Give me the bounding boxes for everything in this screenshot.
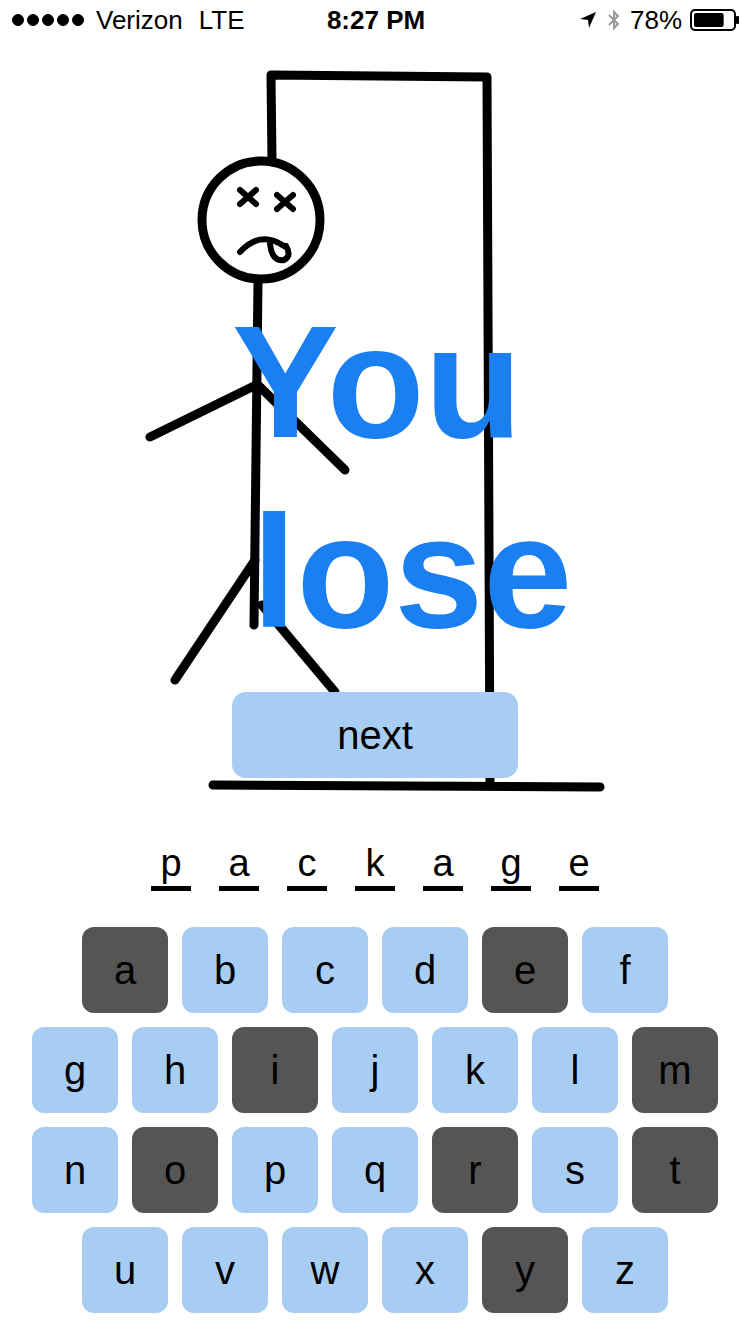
word-letter: k — [355, 840, 395, 891]
word-row: package — [0, 840, 750, 891]
word-letter: g — [491, 840, 531, 891]
result-message: You — [232, 302, 522, 462]
letter-key[interactable]: l — [532, 1027, 618, 1113]
keyboard-row: uvwxyz — [82, 1227, 668, 1313]
word-letter: a — [219, 840, 259, 891]
result-message: lose — [252, 492, 572, 652]
signal-dot — [57, 14, 69, 26]
word-letter: e — [559, 840, 599, 891]
signal-dot — [12, 14, 24, 26]
letter-key[interactable]: j — [332, 1027, 418, 1113]
battery-fill — [694, 13, 724, 27]
letter-key[interactable]: b — [182, 927, 268, 1013]
letter-key[interactable]: d — [382, 927, 468, 1013]
letter-key[interactable]: p — [232, 1127, 318, 1213]
letter-key[interactable]: u — [82, 1227, 168, 1313]
keyboard: abcdef ghijklm nopqrst uvwxyz — [0, 927, 750, 1313]
letter-key[interactable]: a — [82, 927, 168, 1013]
letter-key[interactable]: q — [332, 1127, 418, 1213]
letter-key[interactable]: o — [132, 1127, 218, 1213]
letter-key[interactable]: z — [582, 1227, 668, 1313]
letter-key[interactable]: k — [432, 1027, 518, 1113]
signal-dot — [72, 14, 84, 26]
status-left: Verizon LTE — [12, 1, 327, 40]
letter-key[interactable]: t — [632, 1127, 718, 1213]
letter-key[interactable]: i — [232, 1027, 318, 1113]
hangman-canvas: You lose next — [0, 40, 750, 800]
keyboard-row: ghijklm — [32, 1027, 718, 1113]
letter-key[interactable]: e — [482, 927, 568, 1013]
word-letter: p — [151, 840, 191, 891]
letter-key[interactable]: f — [582, 927, 668, 1013]
word-letter: a — [423, 840, 463, 891]
keyboard-row: nopqrst — [32, 1127, 718, 1213]
letter-key[interactable]: r — [432, 1127, 518, 1213]
letter-key[interactable]: s — [532, 1127, 618, 1213]
signal-icon — [12, 14, 84, 26]
battery-icon — [690, 9, 740, 31]
word-letter: c — [287, 840, 327, 891]
head — [202, 161, 320, 279]
status-right: 78% — [425, 1, 740, 40]
location-icon — [578, 10, 598, 30]
letter-key[interactable]: n — [32, 1127, 118, 1213]
dead-face — [240, 190, 293, 260]
letter-key[interactable]: x — [382, 1227, 468, 1313]
letter-key[interactable]: m — [632, 1027, 718, 1113]
gallows-base — [213, 785, 600, 787]
signal-dot — [27, 14, 39, 26]
carrier: Verizon — [96, 1, 183, 40]
letter-key[interactable]: v — [182, 1227, 268, 1313]
keyboard-row: abcdef — [82, 927, 668, 1013]
letter-key[interactable]: c — [282, 927, 368, 1013]
next-button[interactable]: next — [232, 692, 518, 778]
signal-dot — [42, 14, 54, 26]
network-type: LTE — [199, 1, 245, 40]
letter-key[interactable]: w — [282, 1227, 368, 1313]
letter-key[interactable]: g — [32, 1027, 118, 1113]
clock: 8:27 PM — [327, 1, 425, 40]
battery-percent: 78% — [630, 1, 682, 40]
letter-key[interactable]: y — [482, 1227, 568, 1313]
bluetooth-icon — [606, 8, 622, 32]
letter-key[interactable]: h — [132, 1027, 218, 1113]
status-bar: Verizon LTE 8:27 PM 78% — [0, 0, 750, 40]
left-leg — [175, 560, 255, 680]
